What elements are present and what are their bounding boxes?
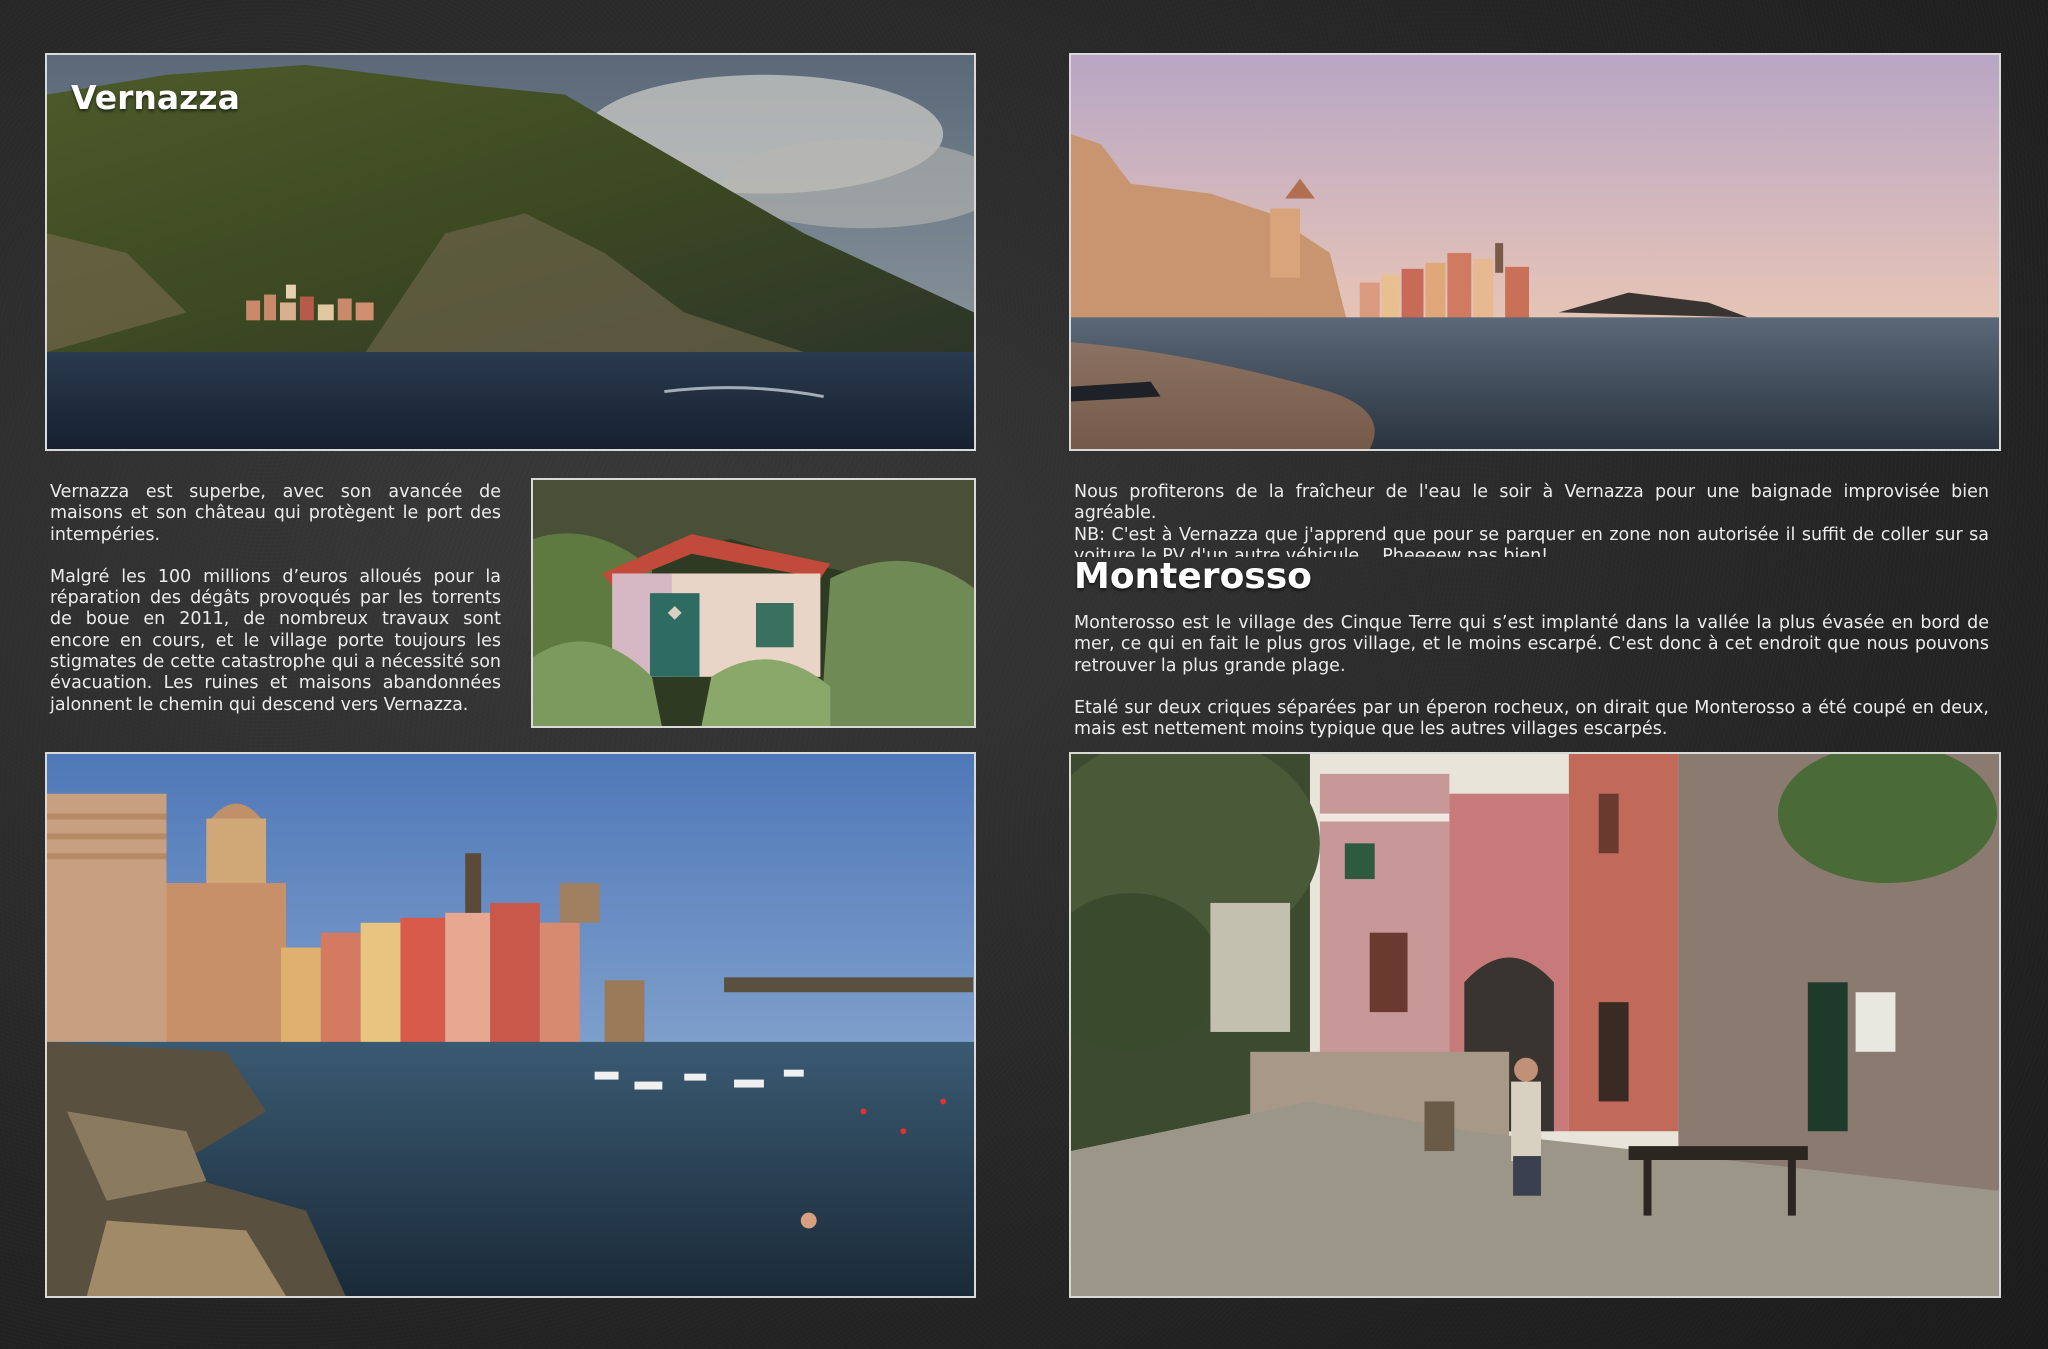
monterosso-paragraph-2: Etalé sur deux criques séparées par un é… (1074, 697, 1989, 740)
vernazza-text-block: Vernazza est superbe, avec son avancée d… (50, 482, 501, 716)
monterosso-text-block: Monterosso est le village des Cinque Ter… (1074, 613, 1989, 740)
monterosso-title: Monterosso (1074, 556, 1312, 597)
monterosso-street-photo (1069, 752, 2001, 1298)
parking-note: NB: C'est à Vernazza que j'apprend que p… (1074, 524, 1989, 557)
monterosso-paragraph-1: Monterosso est le village des Cinque Ter… (1074, 613, 1989, 676)
vernazza-title: Vernazza (71, 78, 240, 117)
swim-paragraph: Nous profiterons de la fraîcheur de l'ea… (1074, 482, 1989, 524)
vernazza-harbor-photo (1069, 53, 2001, 451)
vernazza-bay-photo (45, 752, 976, 1298)
vernazza-body-paragraph: Malgré les 100 millions d’euros alloués … (50, 566, 501, 715)
abandoned-cabin-photo (531, 478, 976, 728)
swim-text-block: Nous profiterons de la fraîcheur de l'ea… (1074, 482, 1989, 557)
vernazza-intro-paragraph: Vernazza est superbe, avec son avancée d… (50, 482, 501, 545)
